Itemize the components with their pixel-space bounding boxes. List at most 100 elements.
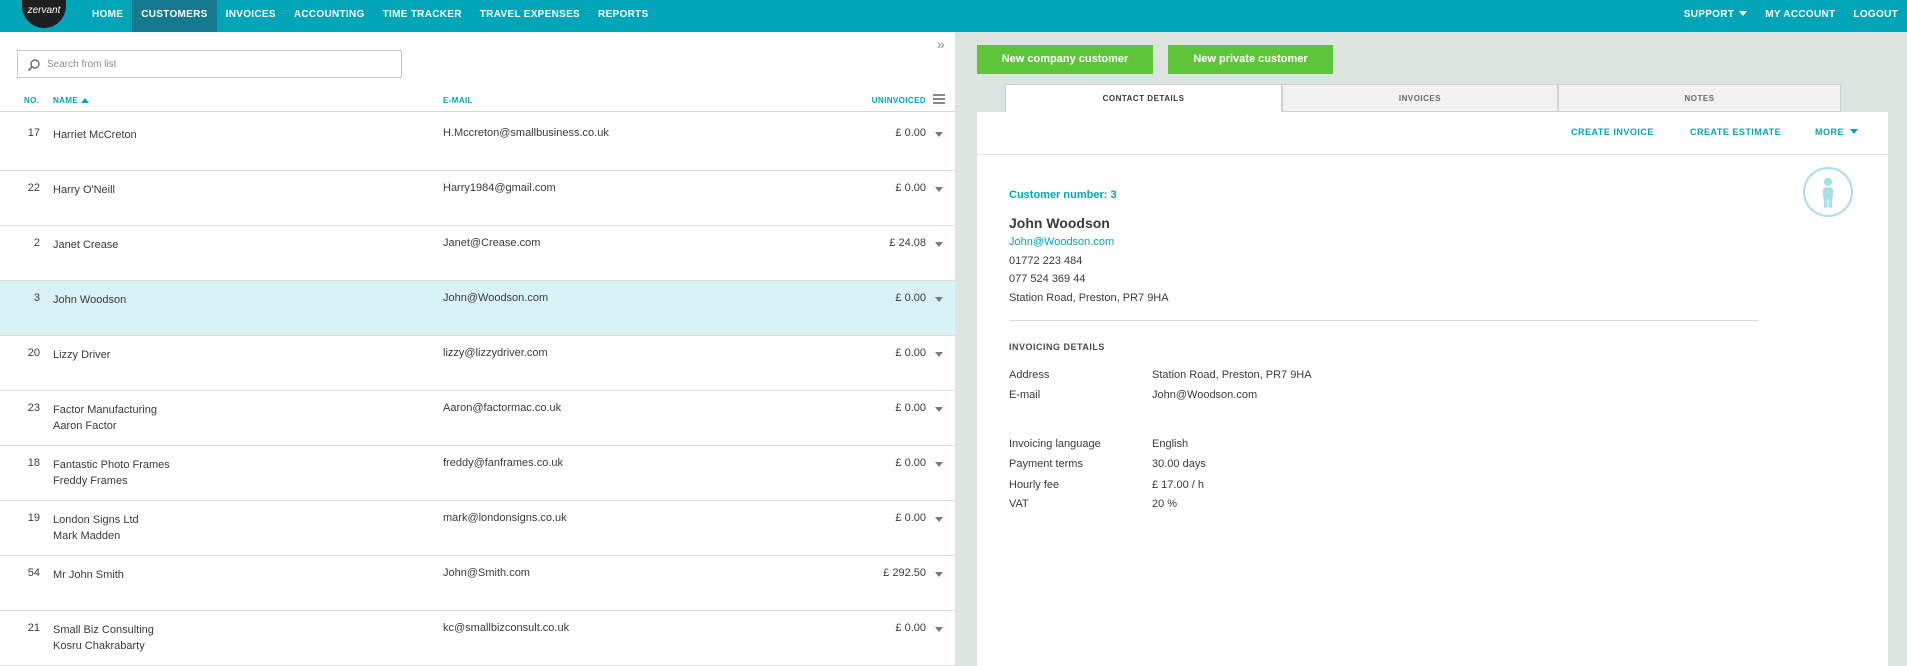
nav-time-tracker[interactable]: TIME TRACKER [374,0,471,32]
more-menu-label: MORE [1815,127,1844,137]
customer-phone-2: 077 524 369 44 [1009,273,1086,285]
new-company-customer-button[interactable]: New company customer [977,45,1153,74]
row-dropdown-icon[interactable] [935,407,943,412]
nav-travel-expenses[interactable]: TRAVEL EXPENSES [471,0,589,32]
row-email: freddy@fanframes.co.uk [443,457,563,469]
create-estimate-link[interactable]: CREATE ESTIMATE [1690,127,1781,137]
nav-accounting[interactable]: ACCOUNTING [285,0,374,32]
row-contact: Aaron Factor [53,420,117,432]
payment-terms-label: Payment terms [1009,458,1083,470]
row-dropdown-icon[interactable] [935,462,943,467]
more-menu[interactable]: MORE [1815,127,1858,137]
row-email: Aaron@factormac.co.uk [443,402,562,414]
row-name-cell: Factor Manufacturing Aaron Factor [53,402,157,434]
invoicing-details-title: INVOICING DETAILS [1009,342,1105,352]
new-private-customer-button[interactable]: New private customer [1168,45,1333,74]
row-email: kc@smallbizconsult.co.uk [443,622,570,634]
row-name: Mr John Smith [53,569,124,581]
nav-customers[interactable]: CUSTOMERS [132,0,217,32]
row-name: Lizzy Driver [53,349,111,361]
row-uninvoiced: £ 0.00 [895,292,926,304]
column-header-name[interactable]: NAME [53,96,90,105]
row-contact: Kosru Chakrabarty [53,640,145,652]
create-invoice-link[interactable]: CREATE INVOICE [1571,127,1654,137]
row-uninvoiced: £ 0.00 [895,512,926,524]
payment-terms-value: 30.00 days [1152,458,1206,470]
row-name-cell: Fantastic Photo Frames Freddy Frames [53,457,170,489]
column-header-uninvoiced[interactable]: UNINVOICED [872,96,926,105]
row-name: Fantastic Photo Frames [53,459,170,471]
invoicing-address-label: Address [1009,369,1050,381]
collapse-panel-icon[interactable]: » [937,36,945,52]
table-header: NO. NAME E-MAIL UNINVOICED [0,90,955,112]
nav-invoices[interactable]: INVOICES [217,0,285,32]
row-name-cell: Mr John Smith [53,567,124,583]
nav-logout[interactable]: LOGOUT [1844,0,1907,32]
row-dropdown-icon[interactable] [935,242,943,247]
row-number: 20 [27,347,40,359]
row-name: London Signs Ltd [53,514,139,526]
column-header-no[interactable]: NO. [24,96,39,105]
invoicing-language-label: Invoicing language [1009,438,1101,450]
chevron-down-icon [1739,11,1748,16]
row-dropdown-icon[interactable] [935,187,943,192]
table-row[interactable]: 21 Small Biz Consulting Kosru Chakrabarty… [0,611,955,666]
row-email: Harry1984@gmail.com [443,182,556,194]
row-dropdown-icon[interactable] [935,352,943,357]
table-row-selected[interactable]: 3 John Woodson John@Woodson.com £ 0.00 [0,281,955,336]
row-dropdown-icon[interactable] [935,297,943,302]
table-row[interactable]: 18 Fantastic Photo Frames Freddy Frames f… [0,446,955,501]
top-nav-bar: zervant HOME CUSTOMERS INVOICES ACCOUNTI… [0,0,1907,32]
row-dropdown-icon[interactable] [935,572,943,577]
invoicing-address-value: Station Road, Preston, PR7 9HA [1152,369,1312,381]
nav-home[interactable]: HOME [83,0,132,32]
nav-support[interactable]: SUPPORT [1675,0,1756,32]
chevron-down-icon [1850,129,1858,134]
tab-contact-details[interactable]: CONTACT DETAILS [1005,84,1282,113]
table-row[interactable]: 20 Lizzy Driver lizzy@lizzydriver.com £ … [0,336,955,391]
row-uninvoiced: £ 0.00 [895,347,926,359]
nav-reports[interactable]: REPORTS [589,0,657,32]
invoicing-email-label: E-mail [1009,389,1041,401]
row-number: 3 [33,292,40,304]
row-dropdown-icon[interactable] [935,627,943,632]
vat-label: VAT [1009,498,1029,510]
table-row[interactable]: 22 Harry O'Neill Harry1984@gmail.com £ 0… [0,171,955,226]
row-uninvoiced: £ 0.00 [895,182,926,194]
row-name-cell: Harry O'Neill [53,182,115,198]
table-row[interactable]: 17 Harriet McCreton H.Mccreton@smallbusi… [0,116,955,171]
customer-email-link[interactable]: John@Woodson.com [1009,236,1114,248]
row-number: 19 [27,512,40,524]
table-row[interactable]: 23 Factor Manufacturing Aaron Factor Aaro… [0,391,955,446]
main-nav: HOME CUSTOMERS INVOICES ACCOUNTING TIME … [83,0,658,32]
customer-number: Customer number: 3 [1009,189,1117,201]
column-menu-icon[interactable] [933,94,945,104]
section-divider [1009,320,1759,321]
zervant-logo[interactable]: zervant [22,0,66,28]
row-dropdown-icon[interactable] [935,132,943,137]
row-number: 54 [27,567,40,579]
row-uninvoiced: £ 0.00 [895,622,926,634]
row-email: mark@londonsigns.co.uk [443,512,567,524]
table-row[interactable]: 19 London Signs Ltd Mark Madden mark@lond… [0,501,955,556]
search-input[interactable] [47,56,387,72]
invoicing-email-value: John@Woodson.com [1152,389,1258,401]
customer-table-body: 17 Harriet McCreton H.Mccreton@smallbusi… [0,116,955,666]
row-dropdown-icon[interactable] [935,517,943,522]
table-row[interactable]: 2 Janet Crease Janet@Crease.com £ 24.08 [0,226,955,281]
person-avatar-icon [1803,167,1853,217]
customer-name: John Woodson [1009,215,1110,231]
table-row[interactable]: 54 Mr John Smith John@Smith.com £ 292.50 [0,556,955,611]
customer-detail-card: CREATE INVOICE CREATE ESTIMATE MORE Cust… [977,112,1888,666]
row-name-cell: London Signs Ltd Mark Madden [53,512,139,544]
column-header-email[interactable]: E-MAIL [443,96,473,105]
row-name-cell: Janet Crease [53,237,118,253]
row-number: 21 [27,622,40,634]
tab-invoices[interactable]: INVOICES [1282,84,1558,112]
search-icon [27,59,40,72]
tab-notes[interactable]: NOTES [1558,84,1841,112]
customer-address: Station Road, Preston, PR7 9HA [1009,292,1169,304]
nav-my-account[interactable]: MY ACCOUNT [1756,0,1844,32]
row-number: 2 [33,237,40,249]
row-number: 17 [27,127,40,139]
